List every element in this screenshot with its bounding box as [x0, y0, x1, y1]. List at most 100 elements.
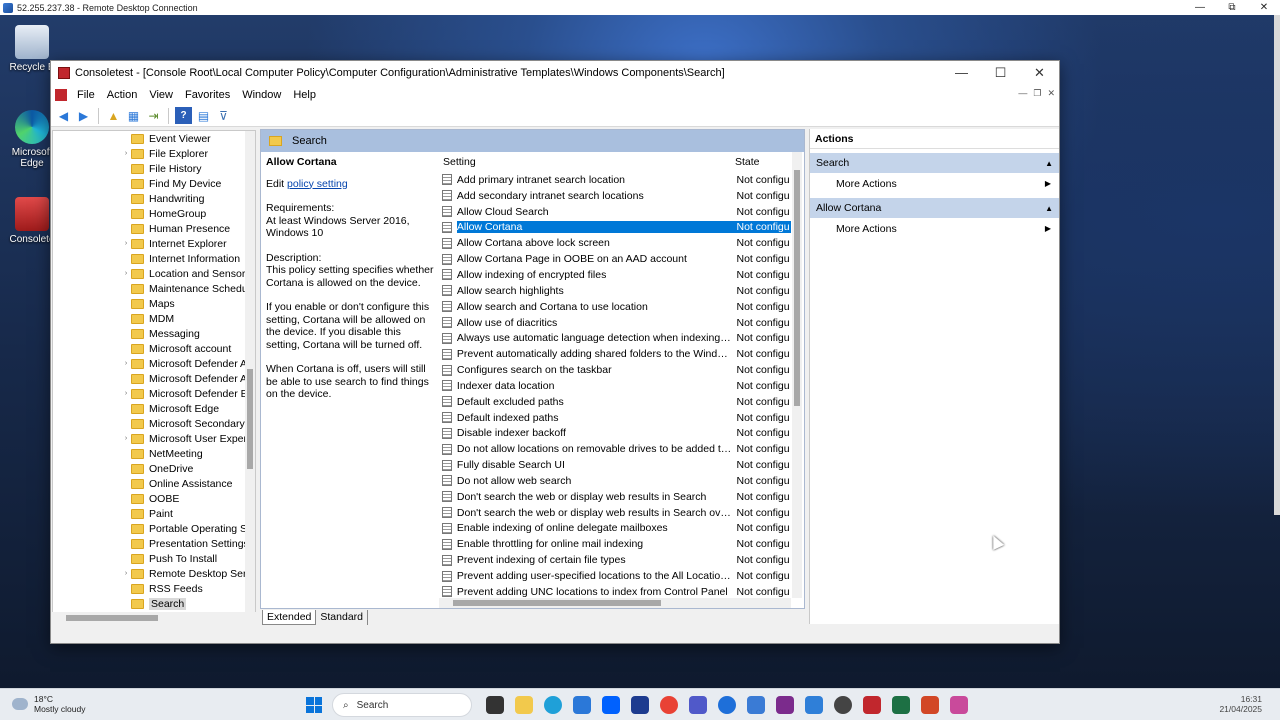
rdp-minimize-button[interactable]: — [1184, 0, 1216, 15]
collapse-arrow-icon[interactable]: ▲ [1045, 204, 1053, 213]
notepad-icon[interactable] [747, 696, 765, 714]
collapse-arrow-icon[interactable]: ▲ [1045, 159, 1053, 168]
expand-chevron-icon[interactable]: › [121, 570, 131, 577]
tree-item[interactable]: RSS Feeds [121, 581, 203, 596]
column-setting[interactable]: Setting [439, 156, 735, 168]
tree-item[interactable]: Maintenance Schedu [121, 281, 248, 296]
menu-view[interactable]: View [143, 89, 179, 101]
actions-section-search[interactable]: Search ▲ [810, 153, 1059, 173]
menu-favorites[interactable]: Favorites [179, 89, 236, 101]
tree-horizontal-scrollbar[interactable] [52, 612, 256, 624]
tree-item[interactable]: Handwriting [121, 191, 204, 206]
consoletest-taskbar-icon[interactable] [863, 696, 881, 714]
policy-setting-link[interactable]: policy setting [287, 178, 348, 190]
setting-row[interactable]: Allow search highlights Not configu [439, 283, 791, 299]
child-close-icon[interactable]: ✕ [1047, 88, 1055, 99]
dropbox-icon[interactable] [602, 696, 620, 714]
setting-row[interactable]: Default excluded paths Not configu [439, 394, 791, 410]
tree-item[interactable]: Online Assistance [121, 476, 232, 491]
child-minimize-icon[interactable]: — [1018, 88, 1027, 99]
tree-item[interactable]: Microsoft Secondary [121, 416, 245, 431]
tree-item[interactable]: Push To Install [121, 551, 217, 566]
expand-chevron-icon[interactable]: › [121, 150, 131, 157]
tree-item[interactable]: Microsoft Defender A [121, 371, 247, 386]
teams-icon[interactable] [689, 696, 707, 714]
tree-item[interactable]: Microsoft account [121, 341, 231, 356]
menu-window[interactable]: Window [236, 89, 287, 101]
l-app-icon[interactable] [631, 696, 649, 714]
expand-chevron-icon[interactable]: › [121, 435, 131, 442]
setting-row[interactable]: Do not allow web search Not configu [439, 473, 791, 489]
list-scroll-thumb[interactable] [794, 170, 800, 406]
setting-row[interactable]: Don't search the web or display web resu… [439, 505, 791, 521]
tree-item[interactable]: Human Presence [121, 221, 230, 236]
setting-row[interactable]: Enable throttling for online mail indexi… [439, 536, 791, 552]
setting-row[interactable]: Don't search the web or display web resu… [439, 489, 791, 505]
weather-widget[interactable]: 18°C Mostly cloudy [12, 694, 86, 714]
tree-item[interactable]: › Remote Desktop Serv [121, 566, 252, 581]
setting-row[interactable]: Fully disable Search UI Not configu [439, 457, 791, 473]
tree-item[interactable]: › Internet Explorer [121, 236, 227, 251]
filter-icon[interactable]: ⊽ [215, 107, 232, 124]
tree-item[interactable]: Search [121, 596, 187, 611]
show-hide-tree-icon[interactable]: ▦ [125, 107, 142, 124]
setting-row[interactable]: Allow Cortana Page in OOBE on an AAD acc… [439, 251, 791, 267]
tree-item[interactable]: Portable Operating S [121, 521, 247, 536]
powerpoint-icon[interactable] [921, 696, 939, 714]
menu-help[interactable]: Help [287, 89, 322, 101]
menu-action[interactable]: Action [101, 89, 144, 101]
excel-icon[interactable] [892, 696, 910, 714]
setting-row[interactable]: Disable indexer backoff Not configu [439, 426, 791, 442]
system-clock[interactable]: 16:31 21/04/2025 [1219, 694, 1262, 714]
rdp-restore-button[interactable]: ⧉ [1216, 0, 1248, 15]
setting-row[interactable]: Prevent adding user-specified locations … [439, 568, 791, 584]
setting-row[interactable]: Default indexed paths Not configu [439, 410, 791, 426]
close-button[interactable]: ✕ [1020, 61, 1059, 85]
tree-item[interactable]: Event Viewer [121, 131, 211, 146]
setting-row[interactable]: Allow use of diacritics Not configu [439, 315, 791, 331]
tree-item[interactable]: Messaging [121, 326, 200, 341]
minimize-button[interactable]: — [942, 61, 981, 85]
expand-chevron-icon[interactable]: › [121, 390, 131, 397]
setting-row[interactable]: Allow Cortana above lock screen Not confi… [439, 235, 791, 251]
setting-row[interactable]: Add secondary intranet search locations N… [439, 188, 791, 204]
child-restore-icon[interactable]: ❐ [1033, 88, 1041, 99]
tree-item[interactable]: OOBE [121, 491, 179, 506]
actions-section-allow-cortana[interactable]: Allow Cortana ▲ [810, 198, 1059, 218]
properties-icon[interactable]: ▤ [195, 107, 212, 124]
setting-row[interactable]: Configures search on the taskbar Not conf… [439, 362, 791, 378]
expand-chevron-icon[interactable]: › [121, 240, 131, 247]
setting-row[interactable]: Indexer data location Not configu [439, 378, 791, 394]
purple-app-icon[interactable] [776, 696, 794, 714]
setting-row[interactable]: Allow indexing of encrypted files Not con… [439, 267, 791, 283]
setting-row[interactable]: Prevent automatically adding shared fold… [439, 346, 791, 362]
setting-row[interactable]: Prevent adding UNC locations to index fr… [439, 584, 791, 598]
list-vertical-scrollbar[interactable] [792, 152, 802, 598]
tree-item[interactable]: Maps [121, 296, 175, 311]
tree-item[interactable]: Paint [121, 506, 173, 521]
setting-row[interactable]: Add primary intranet search location Not … [439, 172, 791, 188]
export-list-icon[interactable]: ⇥ [145, 107, 162, 124]
edge-taskbar-icon[interactable] [544, 696, 562, 714]
column-state[interactable]: State [735, 156, 760, 168]
tree-item[interactable]: › Location and Sensors [121, 266, 251, 281]
setting-row[interactable]: Allow search and Cortana to use location… [439, 299, 791, 315]
tree-vertical-scrollbar[interactable] [245, 131, 255, 623]
mmc-menu-icon[interactable] [55, 89, 67, 101]
start-button[interactable] [306, 697, 322, 713]
task-view-icon[interactable] [486, 696, 504, 714]
up-folder-icon[interactable]: ▲ [105, 107, 122, 124]
setting-row[interactable]: Allow Cortana Not configu [439, 220, 791, 236]
expand-chevron-icon[interactable]: › [121, 360, 131, 367]
forward-arrow-icon[interactable]: ▶ [75, 107, 92, 124]
tree-item[interactable]: HomeGroup [121, 206, 206, 221]
menu-file[interactable]: File [71, 89, 101, 101]
more-actions-allow-cortana[interactable]: More Actions ▶ [810, 218, 1059, 239]
tree-item[interactable]: MDM [121, 311, 174, 326]
setting-row[interactable]: Enable indexing of online delegate mailb… [439, 521, 791, 537]
setting-row[interactable]: Do not allow locations on removable driv… [439, 441, 791, 457]
expand-chevron-icon[interactable]: › [121, 270, 131, 277]
more-actions-search[interactable]: More Actions ▶ [810, 173, 1059, 194]
tree-item[interactable]: › Microsoft Defender A [121, 356, 247, 371]
tree-item[interactable]: File History [121, 161, 202, 176]
